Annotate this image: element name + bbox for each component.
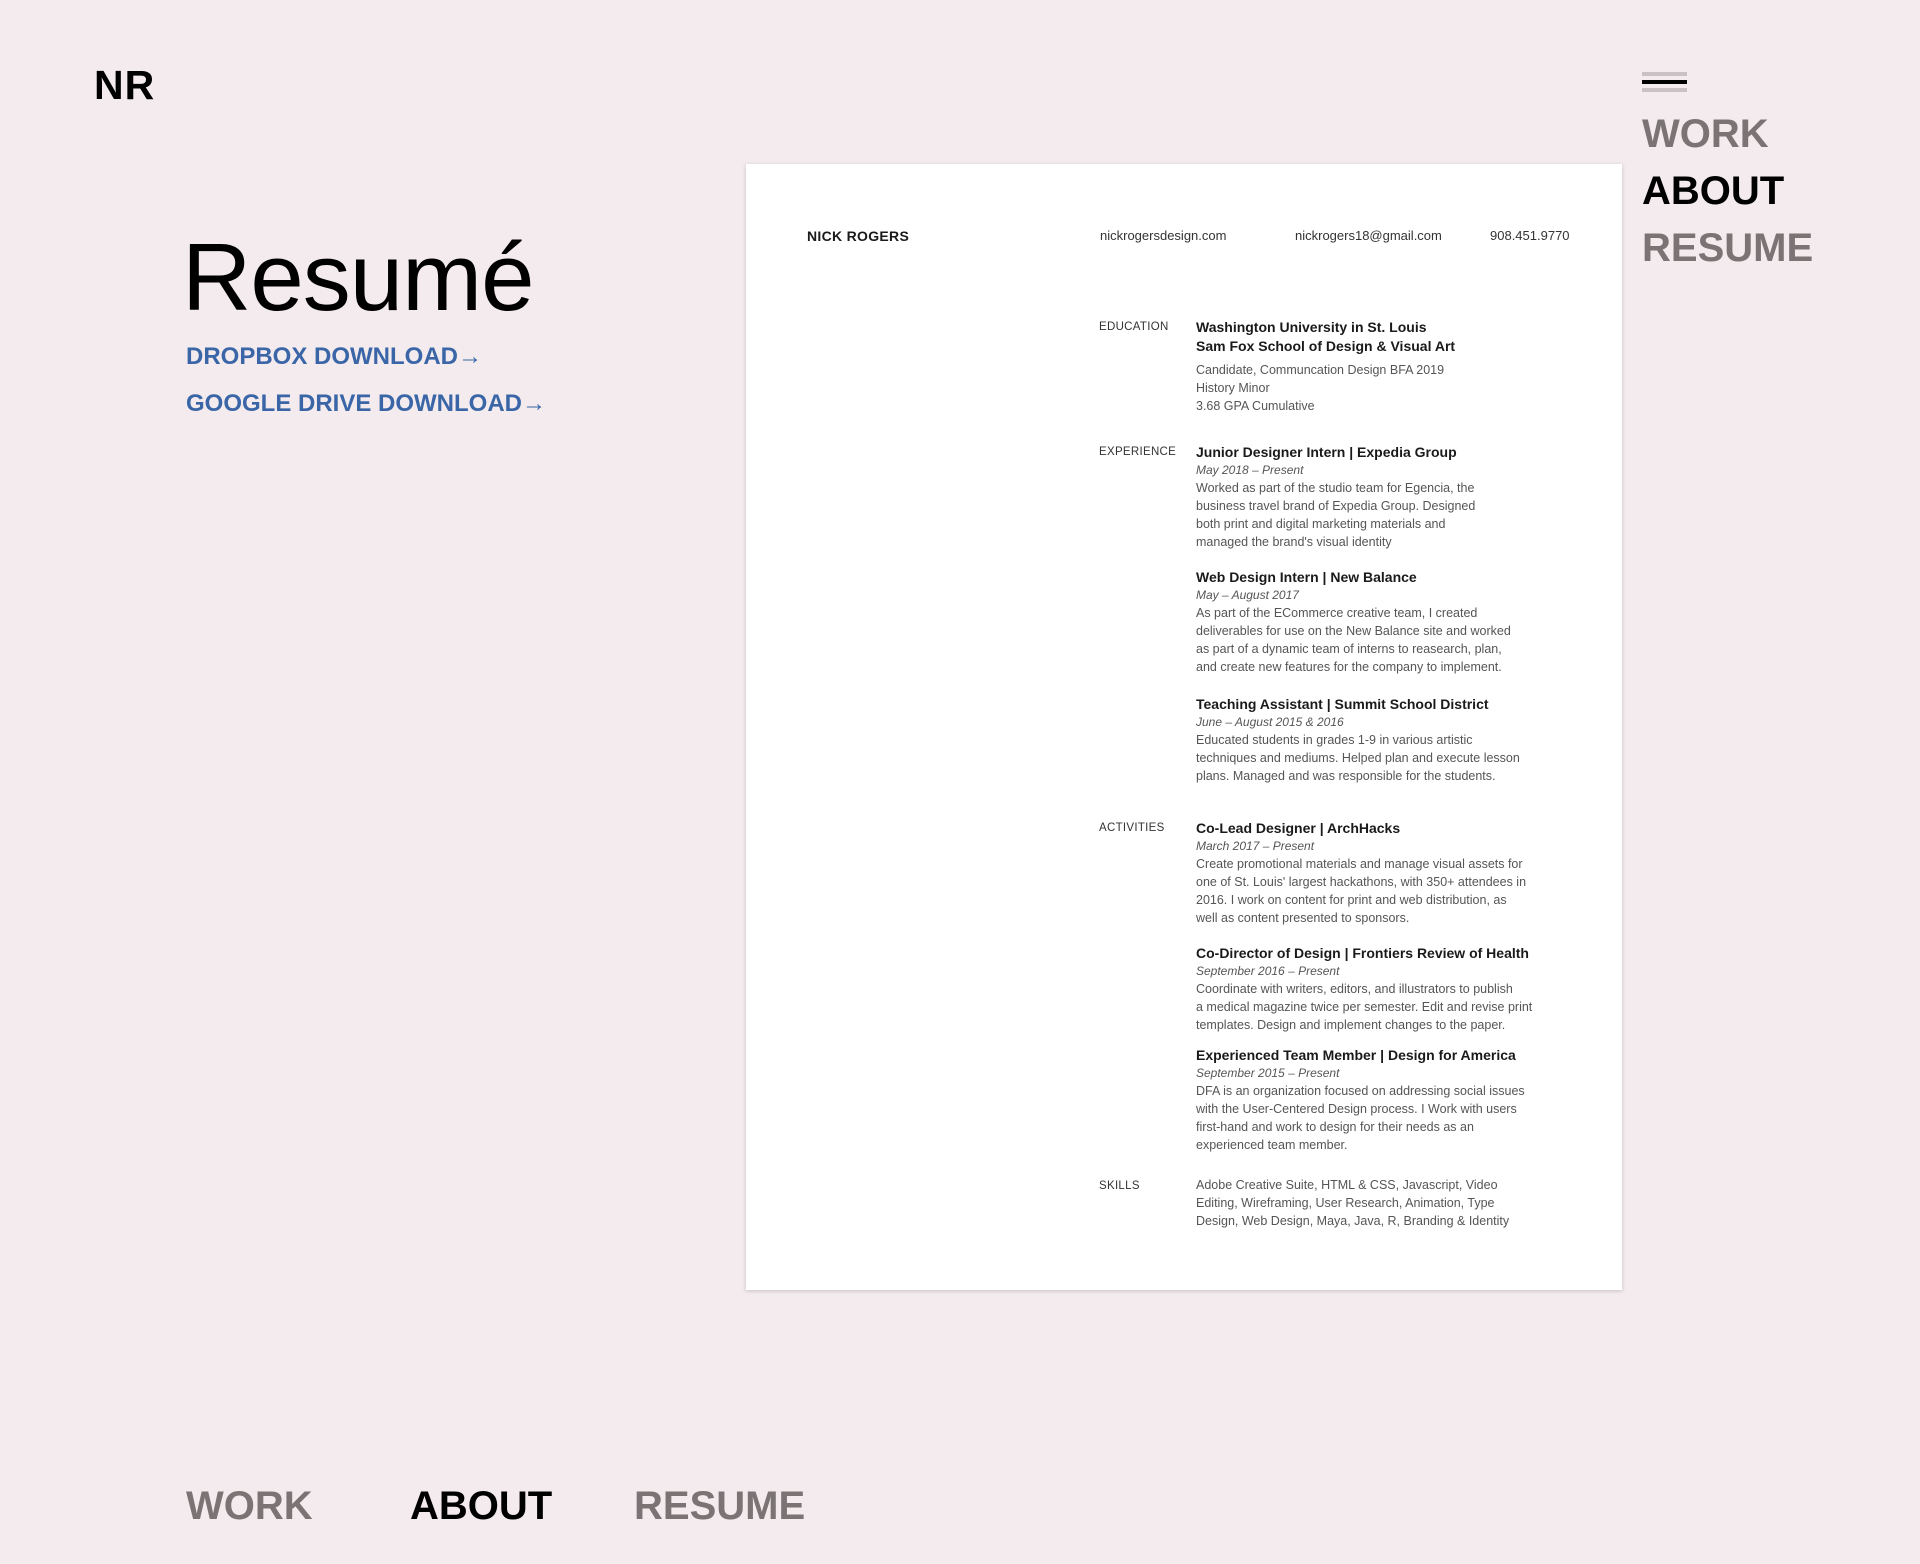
site-logo[interactable]: NR (94, 62, 155, 109)
entry-line: Educated students in grades 1-9 in vario… (1196, 733, 1473, 747)
entry-line: plans. Managed and was responsible for t… (1196, 769, 1496, 783)
education-line: Candidate, Communcation Design BFA 2019 (1196, 363, 1445, 377)
entry-line: Worked as part of the studio team for Eg… (1196, 481, 1475, 495)
experience-label: EXPERIENCE (1099, 446, 1177, 458)
entry-line: Create promotional materials and manage … (1196, 857, 1523, 871)
entry-line: templates. Design and implement changes … (1196, 1018, 1506, 1032)
skills-line: Editing, Wireframing, User Research, Ani… (1196, 1196, 1495, 1210)
education-line: 3.68 GPA Cumulative (1196, 399, 1315, 413)
bottom-nav-resume[interactable]: RESUME (634, 1484, 805, 1529)
resume-phone: 908.451.9770 (1490, 228, 1570, 243)
entry-line: as part of a dynamic team of interns to … (1196, 642, 1502, 656)
activities-label: ACTIVITIES (1099, 822, 1165, 834)
entry-title: Co-Lead Designer | ArchHacks (1196, 820, 1401, 836)
resume-website: nickrogersdesign.com (1100, 228, 1227, 243)
entry-title: Teaching Assistant | Summit School Distr… (1196, 696, 1489, 712)
entry-line: one of St. Louis' largest hackathons, wi… (1196, 875, 1527, 889)
experience-entry: Web Design Intern | New Balance May – Au… (1196, 568, 1566, 676)
activity-entry: Co-Lead Designer | ArchHacks March 2017 … (1196, 819, 1566, 927)
entry-line: techniques and mediums. Helped plan and … (1196, 751, 1520, 765)
activity-entry: Co-Director of Design | Frontiers Review… (1196, 944, 1566, 1034)
skills-line: Design, Web Design, Maya, Java, R, Brand… (1196, 1214, 1510, 1228)
entry-line: first-hand and work to design for their … (1196, 1120, 1474, 1134)
entry-line: both print and digital marketing materia… (1196, 517, 1446, 531)
resume-email: nickrogers18@gmail.com (1295, 228, 1442, 243)
skills-label: SKILLS (1099, 1180, 1140, 1192)
entry-title: Experienced Team Member | Design for Ame… (1196, 1047, 1516, 1063)
bottom-nav-work[interactable]: WORK (186, 1484, 313, 1529)
entry-line: business travel brand of Expedia Group. … (1196, 499, 1476, 513)
education-school-sub: Sam Fox School of Design & Visual Art (1196, 338, 1456, 354)
entry-line: 2016. I work on content for print and we… (1196, 893, 1507, 907)
entry-title: Web Design Intern | New Balance (1196, 569, 1417, 585)
entry-date: June – August 2015 & 2016 (1196, 715, 1344, 729)
entry-line: Coordinate with writers, editors, and il… (1196, 982, 1513, 996)
entry-date: May 2018 – Present (1196, 463, 1304, 477)
entry-line: and create new features for the company … (1196, 660, 1502, 674)
google-drive-download-link[interactable]: GOOGLE DRIVE DOWNLOAD→ (186, 390, 546, 418)
entry-line: deliverables for use on the New Balance … (1196, 624, 1511, 638)
menu-icon[interactable] (1642, 72, 1687, 94)
menu-bar-middle (1642, 80, 1687, 84)
side-nav: WORK ABOUT RESUME (1642, 106, 1813, 277)
skills-line: Adobe Creative Suite, HTML & CSS, Javasc… (1196, 1178, 1498, 1192)
entry-title: Co-Director of Design | Frontiers Review… (1196, 945, 1529, 961)
entry-line: DFA is an organization focused on addres… (1196, 1084, 1525, 1098)
side-nav-resume[interactable]: RESUME (1642, 220, 1813, 277)
skills-entry: Adobe Creative Suite, HTML & CSS, Javasc… (1196, 1176, 1566, 1230)
resume-document: NICK ROGERS nickrogersdesign.com nickrog… (746, 164, 1622, 1290)
entry-date: March 2017 – Present (1196, 839, 1315, 853)
dropbox-download-link[interactable]: DROPBOX DOWNLOAD→ (186, 343, 482, 371)
education-school: Washington University in St. Louis (1196, 319, 1427, 335)
menu-bar-bottom (1642, 88, 1687, 92)
entry-line: As part of the ECommerce creative team, … (1196, 606, 1478, 620)
education-entry: Washington University in St. Louis Sam F… (1196, 318, 1566, 415)
entry-line: experienced team member. (1196, 1138, 1348, 1152)
experience-entry: Junior Designer Intern | Expedia Group M… (1196, 443, 1566, 551)
activity-entry: Experienced Team Member | Design for Ame… (1196, 1046, 1566, 1154)
entry-line: managed the brand's visual identity (1196, 535, 1392, 549)
experience-entry: Teaching Assistant | Summit School Distr… (1196, 695, 1566, 785)
entry-line: well as content presented to sponsors. (1196, 911, 1410, 925)
menu-bar-top (1642, 72, 1687, 76)
entry-title: Junior Designer Intern | Expedia Group (1196, 444, 1457, 460)
side-nav-about[interactable]: ABOUT (1642, 163, 1813, 220)
side-nav-work[interactable]: WORK (1642, 106, 1813, 163)
entry-date: September 2015 – Present (1196, 1066, 1340, 1080)
entry-date: September 2016 – Present (1196, 964, 1340, 978)
education-line: History Minor (1196, 381, 1270, 395)
entry-line: a medical magazine twice per semester. E… (1196, 1000, 1533, 1014)
page-title: Resumé (182, 224, 534, 331)
entry-line: with the User-Centered Design process. I… (1196, 1102, 1517, 1116)
resume-name: NICK ROGERS (807, 228, 910, 244)
education-label: EDUCATION (1099, 321, 1169, 333)
bottom-nav-about[interactable]: ABOUT (410, 1484, 552, 1529)
entry-date: May – August 2017 (1196, 588, 1299, 602)
